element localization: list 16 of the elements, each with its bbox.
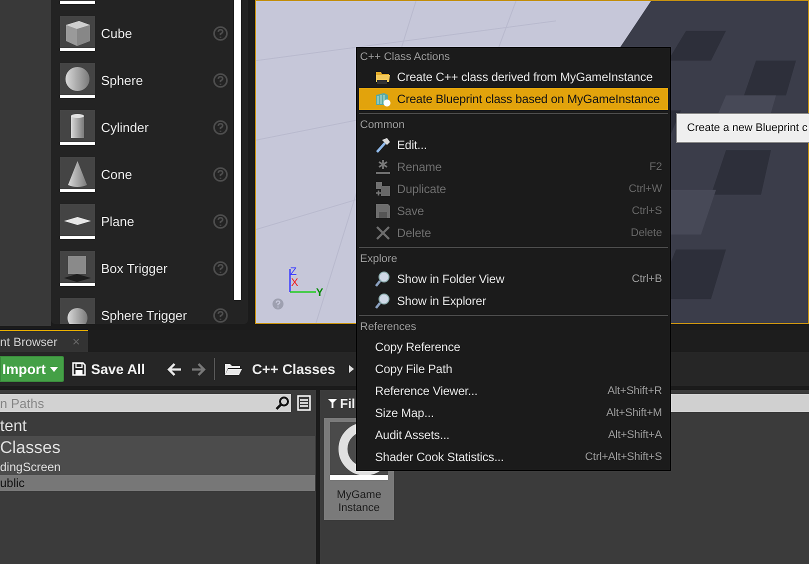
actor-label: Cylinder bbox=[101, 120, 149, 135]
x-axis-label: X bbox=[291, 278, 298, 289]
tooltip: Create a new Blueprint c bbox=[676, 113, 809, 143]
actor-label: Sphere bbox=[101, 73, 143, 88]
asset-name: MyGame Instance bbox=[336, 489, 382, 515]
menu-section-header: Explore bbox=[359, 252, 398, 267]
actor-label: Plane bbox=[101, 214, 134, 229]
actor-label: Box Trigger bbox=[101, 261, 168, 276]
actor-label: Sphere Trigger bbox=[101, 308, 187, 323]
menu-section-header: References bbox=[359, 320, 418, 335]
z-axis-label: Z bbox=[290, 267, 297, 278]
y-axis-label: Y bbox=[316, 288, 324, 299]
menu-section-header: C++ Class Actions bbox=[359, 50, 451, 65]
actor-label: Cone bbox=[101, 167, 132, 182]
menu-section-header: Common bbox=[359, 118, 406, 133]
actor-label: Cube bbox=[101, 26, 132, 41]
